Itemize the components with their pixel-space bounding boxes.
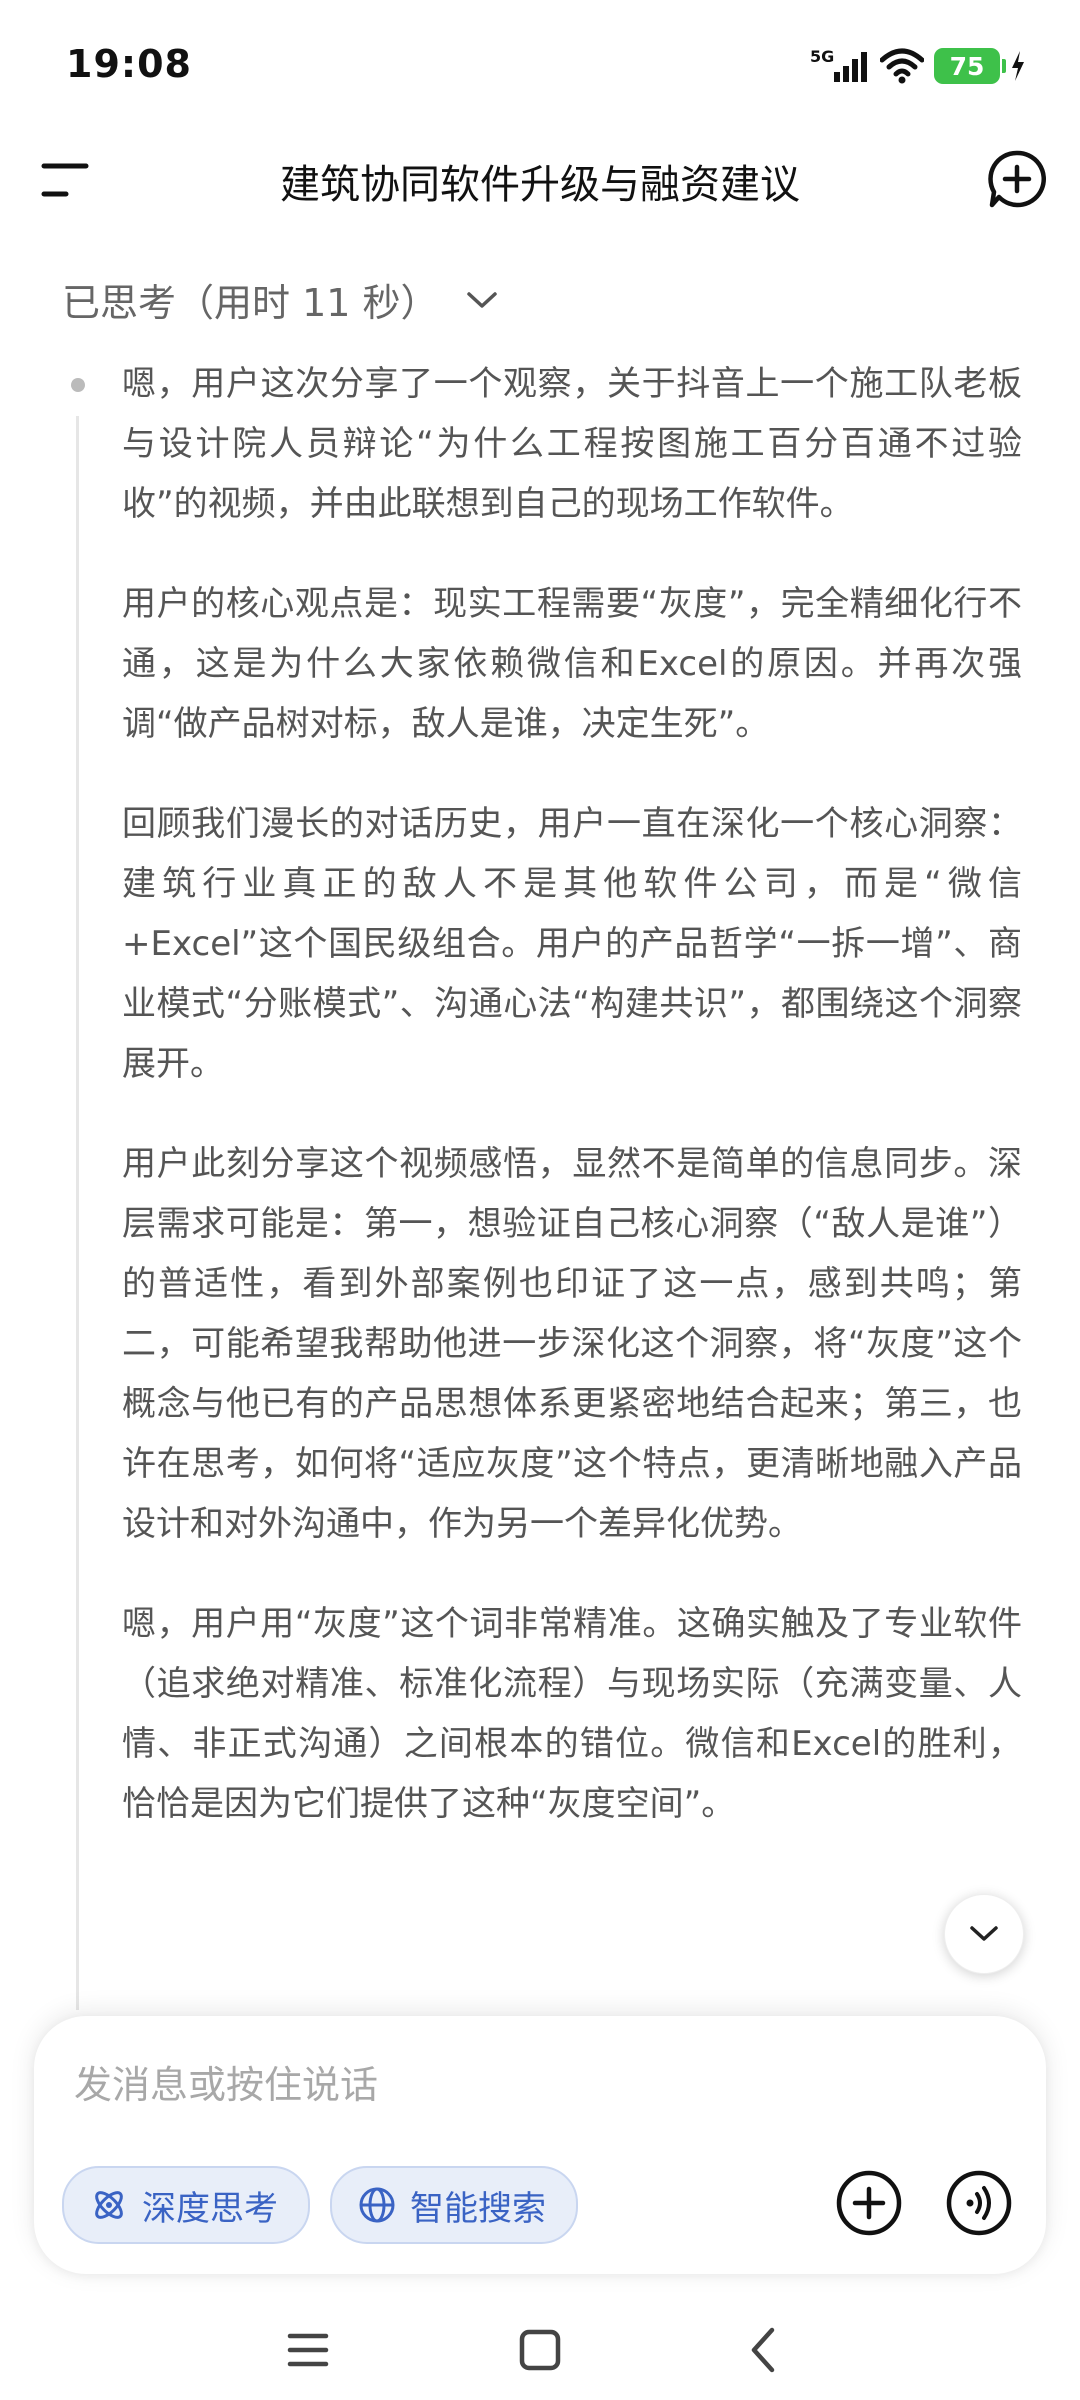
plus-circle-icon xyxy=(836,2170,902,2236)
menu-icon xyxy=(287,2333,329,2367)
thinking-bullet xyxy=(71,378,85,392)
thinking-paragraph: 用户此刻分享这个视频感悟，显然不是简单的信息同步。深层需求可能是：第一，想验证自… xyxy=(122,1144,1022,1544)
chat-header: 建筑协同软件升级与融资建议 xyxy=(0,130,1080,230)
battery-level: 75 xyxy=(949,51,985,81)
thinking-paragraph: 回顾我们漫长的对话历史，用户一直在深化一个核心洞察：建筑行业真正的敌人不是其他软… xyxy=(122,804,1022,1084)
thinking-paragraph: 嗯，用户用“灰度”这个词非常精准。这确实触及了专业软件（追求绝对精准、标准化流程… xyxy=(122,1604,1022,1824)
message-input[interactable] xyxy=(72,2054,976,2116)
globe-icon xyxy=(359,2187,395,2223)
chevron-down-icon xyxy=(466,291,497,308)
network-label: 5G xyxy=(810,47,834,66)
thinking-toggle[interactable]: 已思考（用时 11 秒） xyxy=(62,272,499,327)
composer: 深度思考 智能搜索 xyxy=(34,2016,1046,2274)
nav-back-button[interactable] xyxy=(736,2322,792,2378)
scroll-to-bottom-button[interactable] xyxy=(944,1894,1024,1974)
thinking-label: 已思考（用时 11 秒） xyxy=(62,281,439,325)
signal-icon: 5G xyxy=(810,47,867,82)
wifi-icon xyxy=(880,48,924,84)
smart-search-button[interactable]: 智能搜索 xyxy=(330,2166,578,2244)
battery-indicator: 75 xyxy=(934,48,1006,84)
thinking-content: 嗯，用户这次分享了一个观察，关于抖音上一个施工队老板与设计院人员辩论“为什么工程… xyxy=(0,350,1080,2010)
atom-icon xyxy=(95,2191,123,2219)
smart-search-label: 智能搜索 xyxy=(410,2188,546,2229)
charging-icon xyxy=(1012,51,1024,81)
thinking-paragraph: 嗯，用户这次分享了一个观察，关于抖音上一个施工队老板与设计院人员辩论“为什么工程… xyxy=(122,364,1022,524)
menu-button[interactable] xyxy=(40,158,100,202)
menu-icon xyxy=(41,163,89,197)
thinking-paragraph: 用户的核心观点是：现实工程需要“灰度”，完全精细化行不通，这是为什么大家依赖微信… xyxy=(122,584,1022,744)
back-icon xyxy=(751,2327,775,2373)
home-square-icon xyxy=(519,2329,561,2371)
chevron-down-icon xyxy=(970,1926,998,1941)
system-nav-bar xyxy=(0,2300,1080,2400)
page-title: 建筑协同软件升级与融资建议 xyxy=(280,162,800,208)
voice-wave-icon xyxy=(946,2170,1012,2236)
status-time: 19:08 xyxy=(66,42,192,86)
new-chat-icon xyxy=(988,150,1046,208)
new-chat-button[interactable] xyxy=(986,148,1048,210)
thinking-paragraphs: 嗯，用户这次分享了一个观察，关于抖音上一个施工队老板与设计院人员辩论“为什么工程… xyxy=(122,354,1022,1874)
voice-input-button[interactable] xyxy=(944,2168,1014,2238)
nav-home-button[interactable] xyxy=(512,2322,568,2378)
nav-recents-button[interactable] xyxy=(280,2322,336,2378)
add-attachment-button[interactable] xyxy=(834,2168,904,2238)
status-bar: 19:08 5G 75 xyxy=(0,0,1080,120)
thinking-divider-line xyxy=(76,416,79,2010)
status-icons: 5G 75 xyxy=(810,44,1026,88)
deep-think-button[interactable]: 深度思考 xyxy=(62,2166,310,2244)
deep-think-label: 深度思考 xyxy=(142,2188,278,2229)
